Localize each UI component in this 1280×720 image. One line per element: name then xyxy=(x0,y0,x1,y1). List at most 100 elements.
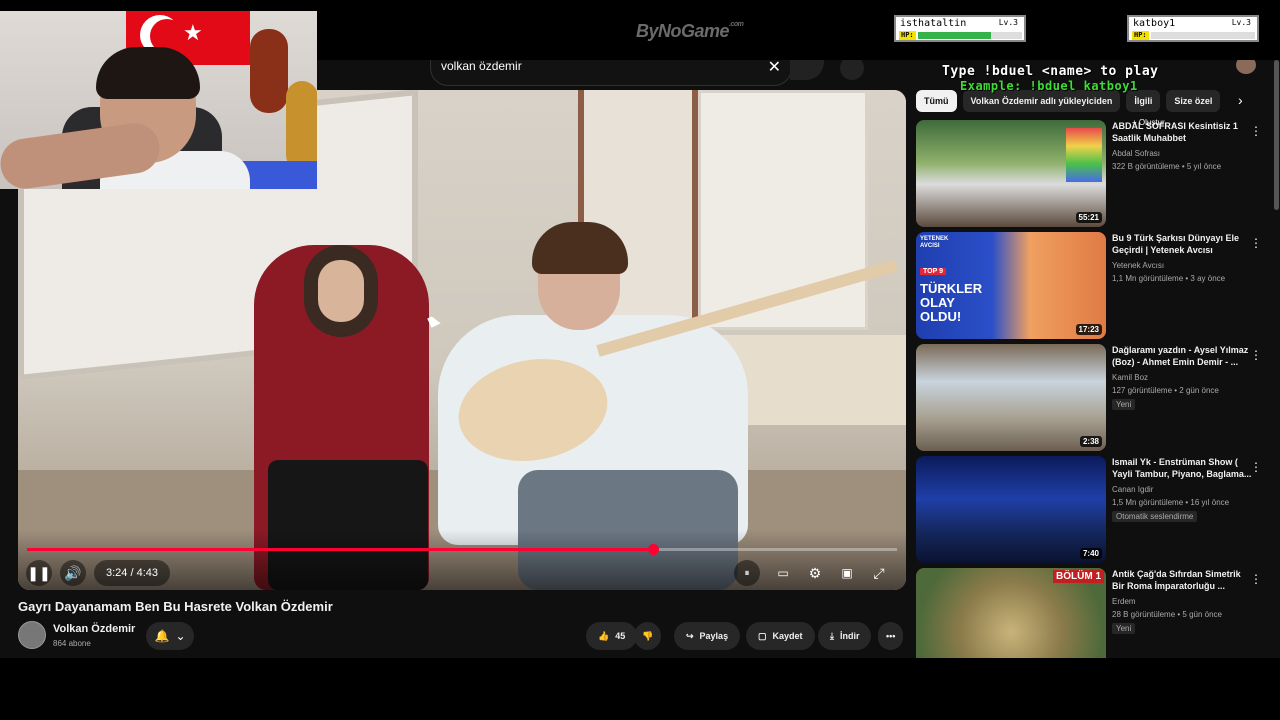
account-avatar[interactable] xyxy=(1236,60,1256,74)
more-vertical-icon[interactable]: ⋮ xyxy=(1250,348,1262,362)
player-level: Lv.3 xyxy=(1231,18,1251,27)
download-icon: ⤓ xyxy=(830,630,834,641)
violin xyxy=(250,29,288,113)
notification-bell-button[interactable]: 🔔 ⌄ xyxy=(146,622,194,650)
share-button[interactable]: ↪ Paylaş xyxy=(674,622,741,650)
hp-label: HP: xyxy=(899,31,916,40)
clear-search-icon[interactable]: ✕ xyxy=(768,60,781,77)
chip-for-you[interactable]: Size özel xyxy=(1166,90,1221,112)
video-singer-face xyxy=(318,260,364,322)
more-vertical-icon[interactable]: ⋮ xyxy=(1250,572,1262,586)
recommendation-title: Antik Çağ'da Sıfırdan Simetrik Bir Roma … xyxy=(1112,569,1241,591)
recommendation-meta: 1,5 Mn görüntüleme • 16 yıl önce xyxy=(1112,498,1230,507)
sponsor-logo: ByNoGame.com xyxy=(636,21,744,42)
fullscreen-icon[interactable]: ⤢ xyxy=(866,560,892,586)
bookmark-icon: ▢ xyxy=(758,630,767,641)
chip-uploader[interactable]: Volkan Özdemir adlı yükleyiciden xyxy=(962,90,1121,112)
recommendation-channel: Yetenek Avcısı xyxy=(1112,261,1165,270)
save-button[interactable]: ▢ Kaydet xyxy=(746,622,815,650)
chip-all[interactable]: Tümü xyxy=(916,90,957,112)
video-thumbnail[interactable]: 7:40 xyxy=(916,456,1106,563)
more-actions-button[interactable]: ••• xyxy=(878,622,904,650)
bell-icon: 🔔 xyxy=(154,629,170,643)
dislike-button[interactable]: 👎 xyxy=(634,622,662,650)
recommendation-meta: 1,1 Mn görüntüleme • 3 ay önce xyxy=(1112,274,1226,283)
thumbnail-headline: TÜRKLER OLAY OLDU! xyxy=(920,282,982,324)
guitar xyxy=(286,81,317,171)
subtitles-icon[interactable]: ▭ xyxy=(770,560,796,586)
page-scrollbar[interactable] xyxy=(1274,60,1279,210)
thumbnail-brand: YETENEK AVCISI xyxy=(920,236,948,250)
progress-bar[interactable] xyxy=(27,544,897,555)
player-level: Lv.3 xyxy=(998,18,1018,27)
hp-label: HP: xyxy=(1132,31,1149,40)
sponsor-logo-text: ByNoGame xyxy=(636,21,730,41)
volume-icon[interactable]: 🔊 xyxy=(60,560,86,586)
player-name: katboy1 xyxy=(1133,18,1176,29)
more-vertical-icon[interactable]: ⋮ xyxy=(1250,236,1262,250)
recommendation-channel: Erdem xyxy=(1112,597,1136,606)
video-thumbnail[interactable]: YETENEK AVCISI TOP 9 TÜRKLER OLAY OLDU! 17:… xyxy=(916,232,1106,339)
new-badge: Yeni xyxy=(1112,623,1136,634)
time-display: 3:24 / 4:43 xyxy=(94,560,170,586)
thumbnail-top9: TOP 9 xyxy=(920,268,946,275)
video-title: Gayrı Dayanamam Ben Bu Hasrete Volkan Öz… xyxy=(18,599,333,614)
search-input[interactable]: volkan özdemir ✕ xyxy=(430,60,792,86)
recommendation-channel: Abdal Sofrası xyxy=(1112,149,1161,158)
chevron-right-icon[interactable]: › xyxy=(1238,92,1243,108)
more-vertical-icon[interactable]: ⋮ xyxy=(1250,124,1262,138)
recommendation-meta: 127 görüntüleme • 2 gün önce xyxy=(1112,386,1219,395)
recommendation-item[interactable]: YETENEK AVCISI TOP 9 TÜRKLER OLAY OLDU! 17:… xyxy=(916,232,1266,340)
player-name: isthataltin xyxy=(900,18,967,29)
filter-chips: Tümü Volkan Özdemir adlı yükleyiciden İl… xyxy=(916,90,1256,112)
subscriber-count: 864 abone xyxy=(53,639,91,648)
autoplay-toggle[interactable]: ⏸ xyxy=(734,560,760,586)
chat-command-example: Example: !bduel katboy1 xyxy=(960,79,1138,93)
recommendation-item[interactable]: 7:40 Ismail Yk - Enstrüman Show ( Yayli … xyxy=(916,456,1266,564)
duration-badge: 17:23 xyxy=(1075,324,1102,335)
recommendation-meta: 322 B görüntüleme • 5 yıl önce xyxy=(1112,162,1222,171)
pause-icon[interactable]: ❚❚ xyxy=(26,560,52,586)
streamer-hair xyxy=(96,47,200,99)
thumbnail-episode-label: BÖLÜM 1 xyxy=(1053,570,1104,583)
search-button[interactable] xyxy=(790,60,824,80)
screen: volkan özdemir ✕ + Oluştur ❚❚ 🔊 3:24 / 4… xyxy=(0,0,1280,720)
theater-mode-icon[interactable]: ▣ xyxy=(834,560,860,586)
like-button[interactable]: 👍 45 xyxy=(586,622,638,650)
recommendation-item[interactable]: 2:38 Dağlaramı yazdın - Aysel Yılmaz (Bo… xyxy=(916,344,1266,452)
progress-fill xyxy=(27,548,654,551)
new-badge: Yeni xyxy=(1112,399,1136,410)
duration-badge: 7:40 xyxy=(1079,548,1102,559)
video-thumbnail[interactable]: 2:38 xyxy=(916,344,1106,451)
download-button[interactable]: ⤓ İndir xyxy=(818,622,872,650)
download-label: İndir xyxy=(839,631,860,641)
settings-gear-icon[interactable]: ⚙ xyxy=(802,560,828,586)
thumbnail-graphic xyxy=(1066,128,1102,182)
recommendation-title: Bu 9 Türk Şarkısı Dünyayı Ele Geçirdi | … xyxy=(1112,233,1240,255)
hp-bar xyxy=(918,32,1022,39)
thumbnail-headline-line1: TÜRKLER xyxy=(920,281,983,296)
chevron-down-icon: ⌄ xyxy=(175,629,186,643)
sponsor-logo-suffix: .com xyxy=(729,21,744,28)
thumbnail-headline-line3: OLDU! xyxy=(920,309,962,324)
player-hp-card: katboy1 Lv.3 HP: xyxy=(1127,15,1259,42)
recommendation-item[interactable]: 55:21 ABDAL SOFRASI Kesintisiz 1 Saatlik… xyxy=(916,120,1266,228)
recommendation-channel: Canan Igdir xyxy=(1112,485,1154,494)
search-query: volkan özdemir xyxy=(441,60,522,73)
recommendation-item[interactable]: BÖLÜM 1 Antik Çağ'da Sıfırdan Simetrik B… xyxy=(916,568,1266,658)
video-thumbnail[interactable]: BÖLÜM 1 xyxy=(916,568,1106,658)
more-horizontal-icon: ••• xyxy=(886,631,896,641)
thumbs-up-icon: 👍 xyxy=(598,630,610,641)
share-icon: ↪ xyxy=(686,630,694,641)
share-label: Paylaş xyxy=(699,631,729,641)
chip-related[interactable]: İlgili xyxy=(1126,90,1161,112)
thumbs-down-icon: 👎 xyxy=(642,630,654,641)
more-vertical-icon[interactable]: ⋮ xyxy=(1250,460,1262,474)
thumbnail-brand-line2: AVCISI xyxy=(920,243,940,249)
channel-name[interactable]: Volkan Özdemir xyxy=(53,623,135,635)
microphone-icon[interactable] xyxy=(840,60,864,80)
channel-avatar[interactable] xyxy=(18,621,46,649)
webcam-overlay: ★ xyxy=(0,11,317,189)
video-thumbnail[interactable]: 55:21 xyxy=(916,120,1106,227)
duration-badge: 2:38 xyxy=(1079,436,1102,447)
